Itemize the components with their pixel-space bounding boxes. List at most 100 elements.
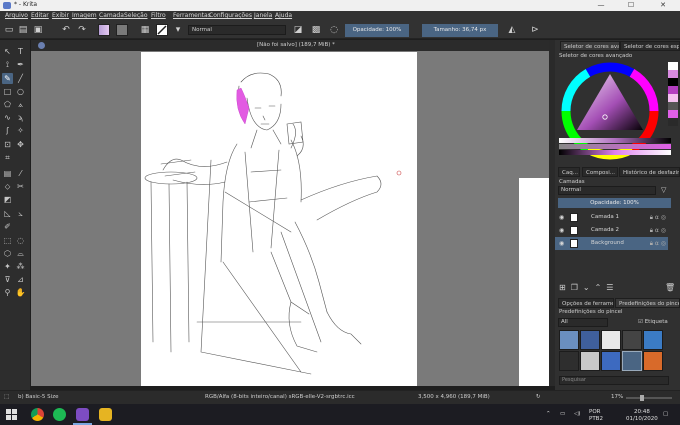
preset-filter-select[interactable]: All — [558, 318, 608, 327]
size-slider[interactable]: Tamanho: 36,74 px — [422, 24, 498, 37]
polyline-tool-icon[interactable]: ⟑ — [15, 99, 26, 110]
crop-tool-icon[interactable]: ⌗ — [2, 152, 13, 163]
similar-select-tool-icon[interactable]: ⁂ — [15, 261, 26, 272]
menu-help[interactable]: Ajuda — [275, 12, 292, 19]
move-tool-icon[interactable]: ✥ — [15, 139, 26, 150]
mirror-icon[interactable]: ◭ — [506, 24, 518, 36]
menu-layer[interactable]: Camada — [99, 12, 124, 19]
brush-preset-pen[interactable] — [580, 330, 600, 350]
fill-icon[interactable]: ▦ — [139, 24, 151, 36]
multibrush-tool-icon[interactable]: ✧ — [15, 125, 26, 136]
new-document-icon[interactable]: ▭ — [3, 24, 15, 36]
bezier-tool-icon[interactable]: ∿ — [2, 112, 13, 123]
layer-lock-icon[interactable]: 🔒︎ ⍺ ◎ — [650, 224, 666, 237]
tab-brush-presets[interactable]: Predefinições do pincel — [615, 298, 680, 308]
ellipse-tool-icon[interactable]: ○ — [15, 86, 26, 97]
menu-tools[interactable]: Ferramentas — [173, 12, 211, 19]
opacity-slider[interactable]: Opacidade: 100% — [345, 24, 409, 37]
tray-chevron-icon[interactable]: ⌃ — [546, 411, 551, 417]
file-explorer-icon[interactable] — [99, 408, 112, 421]
edit-shapes-tool-icon[interactable]: ⟟ — [2, 59, 13, 70]
move-up-icon[interactable]: ⌃ — [595, 283, 607, 292]
magnetic-select-tool-icon[interactable]: ⊿ — [15, 274, 26, 285]
brush-preset-selected[interactable] — [622, 351, 642, 371]
text-tool-icon[interactable]: T — [15, 46, 26, 57]
undo-icon[interactable]: ↶ — [60, 24, 72, 36]
colorize-mask-tool-icon[interactable]: ⬦ — [2, 181, 13, 192]
color-picker-tool-icon[interactable]: ⁄ — [15, 168, 26, 179]
calligraphy-tool-icon[interactable]: ✒ — [15, 59, 26, 70]
menu-settings[interactable]: Configurações — [209, 12, 252, 19]
save-icon[interactable]: ▣ — [32, 24, 44, 36]
open-folder-icon[interactable]: ▤ — [17, 24, 29, 36]
menu-file[interactable]: Arquivo — [5, 12, 28, 19]
rect-select-tool-icon[interactable]: ⬚ — [2, 235, 13, 246]
keyboard-layout-label[interactable]: PTB2 — [589, 416, 603, 422]
reference-tool-icon[interactable]: ✐ — [2, 221, 13, 232]
polygon-select-tool-icon[interactable]: ⬡ — [2, 248, 13, 259]
minimize-button[interactable]: — — [590, 0, 612, 11]
filter-icon[interactable]: ▽ — [661, 186, 666, 194]
zoom-slider-handle[interactable] — [640, 395, 644, 401]
layer-opacity-slider[interactable]: Opacidade: 100% — [558, 198, 671, 208]
tab-advanced-color-selector[interactable]: Seletor de cores avan... — [560, 41, 620, 51]
menu-view[interactable]: Exibir — [52, 12, 69, 19]
select-shapes-tool-icon[interactable]: ↖ — [2, 46, 13, 57]
blend-mode-select[interactable]: Normal — [188, 25, 286, 35]
close-button[interactable]: ✕ — [652, 0, 674, 11]
layer-properties-icon[interactable]: ☰ — [606, 283, 618, 292]
contiguous-select-tool-icon[interactable]: ✦ — [2, 261, 13, 272]
windows-start-icon[interactable] — [6, 409, 17, 420]
menu-edit[interactable]: Editar — [31, 12, 49, 19]
menu-select[interactable]: Seleção — [124, 12, 148, 19]
brush-preset-airbrush[interactable] — [559, 330, 579, 350]
move-down-icon[interactable]: ⌄ — [583, 283, 595, 292]
assistant-tool-icon[interactable]: ◺ — [2, 208, 13, 219]
layer-row-selected[interactable]: ◉ Background 🔒︎ ⍺ ◎ — [555, 237, 668, 250]
polygon-tool-icon[interactable]: ⬠ — [2, 99, 13, 110]
tab-layers-short[interactable]: Caq... — [558, 167, 580, 177]
ellipse-select-tool-icon[interactable]: ◌ — [15, 235, 26, 246]
visibility-eye-icon[interactable]: ◉ — [559, 237, 564, 250]
zoom-tool-icon[interactable]: ⚲ — [2, 287, 13, 298]
brush-preset-basic[interactable] — [580, 351, 600, 371]
brush-preset-orange[interactable] — [643, 351, 663, 371]
dynamic-brush-tool-icon[interactable]: ʃ — [2, 125, 13, 136]
volume-icon[interactable]: ◁) — [574, 411, 580, 417]
zoom-slider[interactable] — [626, 397, 672, 399]
freehand-select-tool-icon[interactable]: ⌓ — [15, 248, 26, 259]
gradient-tool-icon[interactable]: ▤ — [2, 168, 13, 179]
tab-compositions[interactable]: Composi... — [582, 167, 618, 177]
selection-icon[interactable]: ⬚ — [4, 394, 9, 400]
notifications-icon[interactable]: ▢ — [663, 411, 668, 417]
smart-patch-tool-icon[interactable]: ✂ — [15, 181, 26, 192]
line-tool-icon[interactable]: ╱ — [15, 73, 26, 84]
preset-chevron-icon[interactable]: ▾ — [172, 24, 184, 36]
measure-tool-icon[interactable]: ⦣ — [15, 208, 26, 219]
duplicate-layer-icon[interactable]: ❐ — [571, 283, 583, 292]
krita-taskbar-icon[interactable] — [76, 408, 89, 421]
brush-preset-marker[interactable] — [643, 330, 663, 350]
network-icon[interactable]: ▭ — [560, 411, 565, 417]
add-layer-icon[interactable]: ⊞ — [559, 283, 571, 292]
brush-preset-eraser[interactable] — [601, 330, 621, 350]
rectangle-tool-icon[interactable]: □ — [2, 86, 13, 97]
brush-preset-pencil[interactable] — [559, 351, 579, 371]
fill-tool-icon[interactable]: ◩ — [2, 194, 13, 205]
gradient-swatch[interactable] — [98, 24, 110, 36]
preset-search-input[interactable]: Pesquisar — [559, 376, 669, 385]
language-label[interactable]: POR — [589, 409, 600, 415]
drawing-canvas[interactable] — [141, 52, 417, 386]
tag-checkbox-icon[interactable]: ☑ — [638, 319, 643, 325]
layer-blend-select[interactable]: Normal — [558, 186, 656, 195]
freehand-path-tool-icon[interactable]: ϡ — [15, 112, 26, 123]
tab-undo-history[interactable]: Histórico de desfazime... — [619, 167, 680, 177]
freehand-brush-tool-icon[interactable]: ✎ — [2, 73, 13, 84]
brush-preset-ink[interactable] — [622, 330, 642, 350]
value-slider[interactable] — [559, 150, 671, 155]
pattern-swatch[interactable] — [116, 24, 128, 36]
layer-lock-icon[interactable]: 🔒︎ ⍺ ◎ — [650, 211, 666, 224]
hue-slider[interactable] — [559, 138, 671, 143]
maximize-button[interactable]: ☐ — [620, 0, 642, 11]
spotify-icon[interactable] — [53, 408, 66, 421]
